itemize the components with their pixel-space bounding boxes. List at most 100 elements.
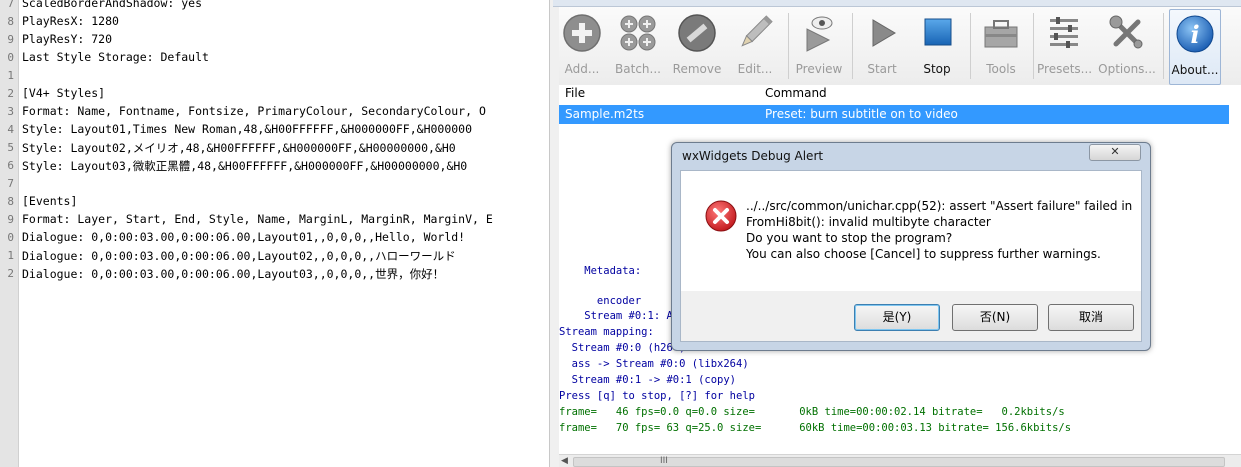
line-number: 2	[7, 87, 14, 100]
presets-button-label: Presets...	[1037, 62, 1093, 76]
row-file: Sample.m2ts	[565, 107, 645, 121]
code-line[interactable]: PlayResY: 720	[22, 32, 112, 46]
window-frame-edge	[553, 0, 1241, 7]
dialog-button-bar: 是(Y) 否(N) 取消	[680, 291, 1142, 342]
scrollbar-thumb[interactable]: III	[573, 456, 1225, 467]
stop-icon	[924, 18, 952, 46]
console-line: Press [q] to stop, [?] for help	[559, 390, 755, 402]
toolbar-separator	[970, 13, 971, 79]
preview-button-label: Preview	[795, 62, 843, 76]
code-line[interactable]: Format: Layer, Start, End, Style, Name, …	[22, 212, 493, 226]
no-button[interactable]: 否(N)	[952, 304, 1038, 331]
line-number: 5	[7, 141, 14, 154]
console-line: Stream #0:1 -> #0:1 (copy)	[559, 374, 737, 386]
stop-button-label: Stop	[923, 62, 951, 76]
add-button-label: Add...	[564, 62, 600, 76]
tools-icon	[1109, 15, 1143, 49]
add-icon	[563, 14, 601, 52]
line-number: 3	[7, 105, 14, 118]
file-list-header: File Command	[559, 85, 1241, 105]
code-line[interactable]: Last Style Storage: Default	[22, 50, 209, 64]
tools-button[interactable]: Tools	[975, 9, 1027, 83]
code-line[interactable]: Dialogue: 0,0:00:03.00,0:00:06.00,Layout…	[22, 248, 456, 264]
batch-button-label: Batch...	[615, 62, 661, 76]
line-number: 0	[7, 231, 14, 244]
about-button[interactable]: i About...	[1169, 9, 1221, 85]
dialog-close-button[interactable]: ✕	[1089, 144, 1141, 161]
code-line[interactable]: PlayResX: 1280	[22, 14, 119, 28]
error-icon	[705, 200, 737, 232]
code-line[interactable]: ScaledBorderAndShadow: yes	[22, 0, 202, 10]
toolbox-icon	[984, 20, 1018, 48]
presets-icon	[1050, 17, 1078, 48]
line-number: 1	[7, 249, 14, 262]
cancel-button[interactable]: 取消	[1048, 304, 1134, 331]
text-editor[interactable]: 7 8 9 0 1 2 3 4 5 6 7 8 9 0 1 2 ScaledBo…	[0, 0, 553, 467]
console-line: Metadata:	[559, 265, 642, 277]
row-command: Preset: burn subtitle on to video	[765, 107, 958, 121]
toolbar-separator	[1033, 13, 1034, 79]
console-line: Stream #0:1: Au	[559, 310, 680, 322]
dialog-title: wxWidgets Debug Alert	[682, 149, 824, 163]
stop-button[interactable]: Stop	[911, 9, 963, 83]
scroll-left-arrow-icon[interactable]: ◀	[561, 456, 568, 466]
code-line[interactable]: Format: Name, Fontname, Fontsize, Primar…	[22, 104, 486, 118]
remove-button[interactable]: Remove	[669, 9, 725, 83]
code-line[interactable]: Style: Layout02,メイリオ,48,&H00FFFFFF,&H000…	[22, 140, 456, 156]
start-button-label: Start	[867, 62, 897, 76]
file-list-row[interactable]: Sample.m2ts Preset: burn subtitle on to …	[559, 105, 1229, 124]
code-line[interactable]: Style: Layout03,微軟正黑體,48,&H00FFFFFF,&H00…	[22, 158, 467, 174]
add-button[interactable]: Add...	[559, 9, 605, 83]
console-line: ass -> Stream #0:0 (libx264)	[559, 358, 749, 370]
pencil-icon	[741, 15, 773, 47]
scrollbar-grip: III	[660, 456, 668, 466]
batch-icon	[620, 15, 656, 51]
remove-button-label: Remove	[672, 62, 722, 76]
toolbar-separator	[788, 13, 789, 79]
line-number: 1	[7, 69, 14, 82]
console-line: encoder	[559, 295, 642, 307]
line-number: 2	[7, 267, 14, 280]
code-line[interactable]: Style: Layout01,Times New Roman,48,&H00F…	[22, 122, 472, 136]
presets-button[interactable]: Presets...	[1037, 9, 1093, 83]
yes-button[interactable]: 是(Y)	[854, 304, 940, 331]
line-number: 4	[7, 123, 14, 136]
play-icon	[872, 19, 896, 47]
preview-button[interactable]: Preview	[793, 9, 845, 83]
line-number: 8	[7, 195, 14, 208]
line-number: 8	[7, 15, 14, 28]
preview-icon	[806, 16, 833, 52]
edit-button-label: Edit...	[737, 62, 773, 76]
dialog-message-line: You can also choose [Cancel] to suppress…	[746, 247, 1101, 261]
column-header-file[interactable]: File	[565, 86, 585, 100]
code-line[interactable]: [Events]	[22, 194, 77, 208]
toolbar: Add... Batch... Remove Edit... Preview S…	[559, 7, 1241, 86]
line-number: 9	[7, 33, 14, 46]
code-line[interactable]: Dialogue: 0,0:00:03.00,0:00:06.00,Layout…	[22, 230, 465, 244]
line-number: 0	[7, 51, 14, 64]
console-progress-line: frame= 70 fps= 63 q=25.0 size= 60kB time…	[559, 422, 1072, 434]
svg-text:i: i	[1190, 20, 1199, 49]
code-line[interactable]: [V4+ Styles]	[22, 86, 105, 100]
toolbar-separator	[852, 13, 853, 79]
toolbar-separator	[1163, 13, 1164, 79]
start-button[interactable]: Start	[859, 9, 905, 83]
line-number-gutter: 7 8 9 0 1 2 3 4 5 6 7 8 9 0 1 2	[0, 0, 19, 467]
console-line: Stream mapping:	[559, 326, 654, 338]
line-number: 7	[7, 0, 14, 10]
line-number: 7	[7, 177, 14, 190]
edit-button[interactable]: Edit...	[731, 9, 779, 83]
batch-button[interactable]: Batch...	[613, 9, 663, 83]
line-number: 9	[7, 213, 14, 226]
dialog-message-area: ../../src/common/unichar.cpp(52): assert…	[680, 170, 1142, 292]
remove-icon	[678, 14, 716, 52]
dialog-message-line: ../../src/common/unichar.cpp(52): assert…	[746, 199, 1133, 213]
dialog-message-line: FromHi8bit(): invalid multibyte characte…	[746, 215, 991, 229]
column-header-command[interactable]: Command	[765, 86, 827, 100]
about-button-label: About...	[1171, 63, 1219, 77]
horizontal-scrollbar[interactable]: ◀ III	[559, 454, 1241, 467]
options-button[interactable]: Options...	[1095, 9, 1159, 83]
console-progress-line: frame= 46 fps=0.0 q=0.0 size= 0kB time=0…	[559, 406, 1065, 418]
code-line[interactable]: Dialogue: 0,0:00:03.00,0:00:06.00,Layout…	[22, 266, 444, 282]
dialog-message-line: Do you want to stop the program?	[746, 231, 953, 245]
